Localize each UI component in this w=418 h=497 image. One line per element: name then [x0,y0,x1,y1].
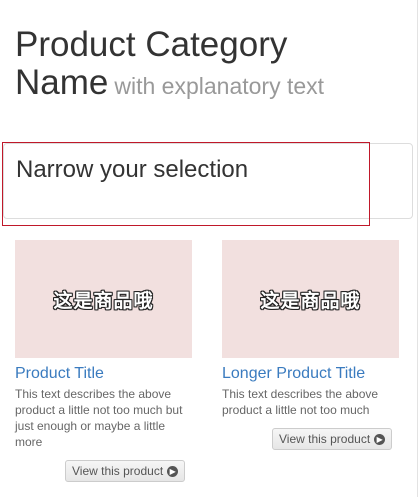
view-product-button[interactable]: View this product ▶ [272,428,393,450]
product-card: 这是商品哦 Longer Product Title This text des… [222,240,399,418]
product-title-link[interactable]: Longer Product Title [222,364,399,384]
view-product-button[interactable]: View this product ▶ [65,460,186,482]
view-product-label: View this product [279,432,371,446]
product-image-text: 这是商品哦 [260,289,361,312]
product-title-link[interactable]: Product Title [15,364,192,384]
filter-panel-title: Narrow your selection [16,156,249,183]
page: Product Category Name with explanatory te… [0,0,418,497]
arrow-circle-right-icon: ▶ [167,465,179,477]
page-subtitle: with explanatory text [114,73,325,99]
product-description: This text describes the above product a … [222,387,379,417]
page-title: Product Category Name with explanatory te… [15,26,405,105]
product-image[interactable]: 这是商品哦 [222,240,399,358]
product-description: This text describes the above product a … [15,387,183,449]
product-image-text: 这是商品哦 [53,289,154,312]
view-product-label: View this product [72,464,164,478]
product-card: 这是商品哦 Product Title This text describes … [15,240,192,450]
arrow-circle-right-icon: ▶ [374,433,386,445]
product-image[interactable]: 这是商品哦 [15,240,192,358]
